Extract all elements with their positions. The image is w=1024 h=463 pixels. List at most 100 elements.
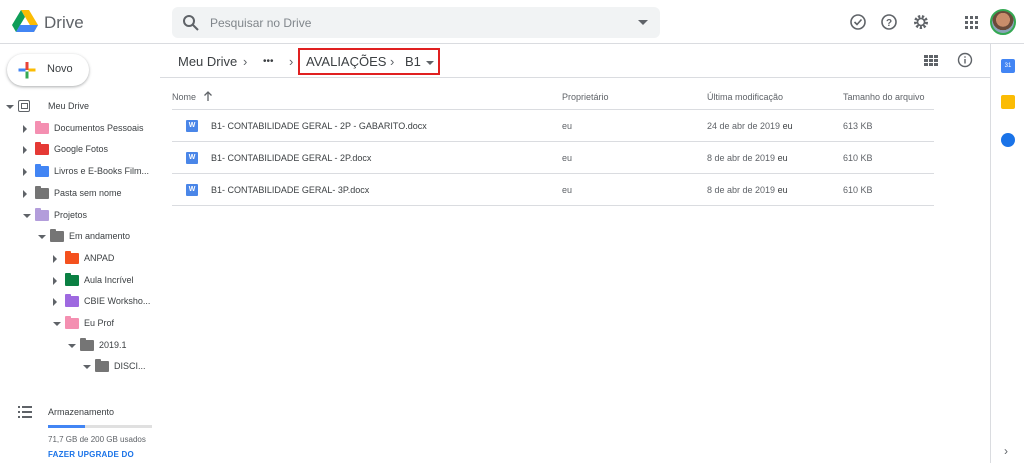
tree-item-label: Projetos: [54, 209, 88, 220]
folder-icon: [35, 185, 49, 199]
folder-icon: [35, 164, 49, 178]
tree-item-label: Eu Prof: [84, 318, 115, 328]
breadcrumb-more-icon[interactable]: •••: [263, 56, 274, 67]
column-owner[interactable]: Proprietário: [562, 92, 609, 102]
file-modified: 8 de abr de 2019 eu: [707, 185, 788, 195]
file-name: B1- CONTABILIDADE GERAL - 2P.docx: [211, 153, 372, 163]
file-modified: 24 de abr de 2019 eu: [707, 121, 793, 131]
tree-item[interactable]: Google Fotos: [0, 140, 160, 160]
word-document-icon: W: [186, 120, 198, 132]
sort-arrow-up-icon[interactable]: [203, 90, 213, 102]
folder-icon: [65, 316, 79, 329]
collapse-arrow-icon[interactable]: [68, 343, 76, 348]
column-last-modified[interactable]: Última modificação: [707, 92, 783, 102]
file-row[interactable]: W B1- CONTABILIDADE GERAL- 3P.docx eu 8 …: [172, 174, 934, 206]
file-owner: eu: [562, 153, 573, 163]
collapse-arrow-icon[interactable]: [38, 235, 46, 240]
file-modified-date: 8 de abr de 2019: [707, 153, 776, 163]
apps-grid-icon[interactable]: [961, 12, 981, 32]
account-avatar[interactable]: [990, 9, 1016, 35]
app-name[interactable]: Drive: [44, 13, 84, 33]
google-drive-logo[interactable]: [12, 10, 38, 34]
new-button[interactable]: Novo: [7, 54, 89, 86]
search-icon[interactable]: [182, 14, 199, 31]
tree-item-label: Em andamento: [69, 231, 131, 242]
tasks-icon[interactable]: [1001, 133, 1015, 147]
column-name[interactable]: Nome: [172, 92, 196, 102]
breadcrumb-avaliacoes[interactable]: AVALIAÇÕES: [306, 54, 386, 69]
collapse-arrow-icon[interactable]: [83, 365, 91, 370]
tree-item[interactable]: Pasta sem nome: [0, 184, 160, 204]
collapse-arrow-icon[interactable]: [53, 322, 61, 326]
breadcrumb-separator: ›: [289, 54, 294, 69]
offline-ready-icon[interactable]: [848, 12, 868, 32]
storage-icon: [18, 406, 32, 418]
tree-item-label: Livros e E-Books Film...: [54, 166, 150, 177]
expand-arrow-icon[interactable]: [23, 124, 27, 133]
tree-item-label: Documentos Pessoais: [54, 122, 144, 133]
tree-item[interactable]: Eu Prof: [0, 314, 160, 334]
storage-title[interactable]: Armazenamento: [48, 407, 114, 417]
upgrade-storage-link[interactable]: FAZER UPGRADE DO: [48, 450, 134, 459]
file-row[interactable]: W B1- CONTABILIDADE GERAL - 2P - GABARIT…: [172, 110, 934, 142]
side-panel-rail: 31: [990, 44, 1024, 463]
expand-arrow-icon[interactable]: [53, 298, 57, 307]
folder-icon: [80, 337, 94, 351]
folder-icon: [50, 229, 64, 243]
file-modified-by: eu: [777, 185, 788, 195]
file-size: 610 KB: [843, 153, 873, 163]
collapse-arrow-icon[interactable]: [6, 105, 14, 109]
folder-icon: [65, 250, 79, 264]
file-owner: eu: [562, 185, 573, 195]
calendar-icon[interactable]: 31: [1001, 59, 1015, 73]
breadcrumb: Meu Drive › ••• › AVALIAÇÕES › B1: [160, 44, 990, 78]
folder-icon: [65, 294, 79, 308]
expand-arrow-icon[interactable]: [23, 168, 27, 177]
keep-icon[interactable]: [1001, 95, 1015, 109]
column-file-size[interactable]: Tamanho do arquivo: [843, 92, 925, 102]
folder-menu-caret-icon[interactable]: [426, 61, 434, 65]
settings-gear-icon[interactable]: [911, 12, 931, 32]
expand-arrow-icon[interactable]: [23, 146, 27, 155]
tree-item[interactable]: Em andamento: [0, 227, 160, 247]
folder-icon: [95, 359, 109, 373]
help-icon[interactable]: ?: [879, 12, 899, 32]
expand-arrow-icon[interactable]: [53, 254, 57, 263]
tree-item-label: ANPAD: [84, 252, 115, 263]
search-options-icon[interactable]: [638, 20, 648, 25]
tree-item[interactable]: Projetos: [0, 206, 160, 226]
breadcrumb-separator: ›: [390, 54, 395, 69]
word-document-icon: W: [186, 152, 198, 164]
storage-usage-fill: [48, 425, 86, 428]
tree-item-label: Pasta sem nome: [54, 187, 122, 198]
tree-item-label: 2019.1: [99, 339, 127, 350]
search-input[interactable]: [210, 7, 610, 38]
folder-icon: [35, 207, 49, 221]
breadcrumb-current-folder[interactable]: B1: [405, 54, 421, 69]
storage-usage-bar: [48, 425, 152, 428]
tree-item[interactable]: DISCI...: [0, 357, 160, 377]
file-owner: eu: [562, 121, 573, 131]
expand-panel-chevron-icon[interactable]: ›: [1004, 444, 1008, 458]
file-name: B1- CONTABILIDADE GERAL- 3P.docx: [211, 185, 370, 195]
file-modified-date: 24 de abr de 2019: [707, 121, 781, 131]
tree-item[interactable]: Meu Drive: [0, 97, 160, 117]
svg-text:?: ?: [886, 18, 892, 29]
tree-item[interactable]: CBIE Worksho...: [0, 292, 160, 312]
tree-item[interactable]: Aula Incrível: [0, 271, 160, 291]
search-bar[interactable]: [172, 7, 660, 38]
expand-arrow-icon[interactable]: [23, 189, 27, 198]
tree-item[interactable]: ANPAD: [0, 249, 160, 269]
grid-view-icon[interactable]: [924, 55, 938, 66]
collapse-arrow-icon[interactable]: [23, 213, 31, 218]
tree-item[interactable]: 2019.1: [0, 336, 160, 356]
breadcrumb-my-drive[interactable]: Meu Drive: [178, 54, 237, 69]
file-modified-date: 8 de abr de 2019: [707, 185, 776, 195]
expand-arrow-icon[interactable]: [53, 276, 57, 285]
file-row[interactable]: W B1- CONTABILIDADE GERAL - 2P.docx eu 8…: [172, 142, 934, 174]
storage-usage-text: 71,7 GB de 200 GB usados: [48, 435, 146, 444]
tree-item[interactable]: Documentos Pessoais: [0, 119, 160, 139]
info-icon[interactable]: [957, 52, 973, 68]
tree-item[interactable]: Livros e E-Books Film...: [0, 162, 160, 182]
storage-section: Armazenamento 71,7 GB de 200 GB usados F…: [0, 393, 160, 463]
